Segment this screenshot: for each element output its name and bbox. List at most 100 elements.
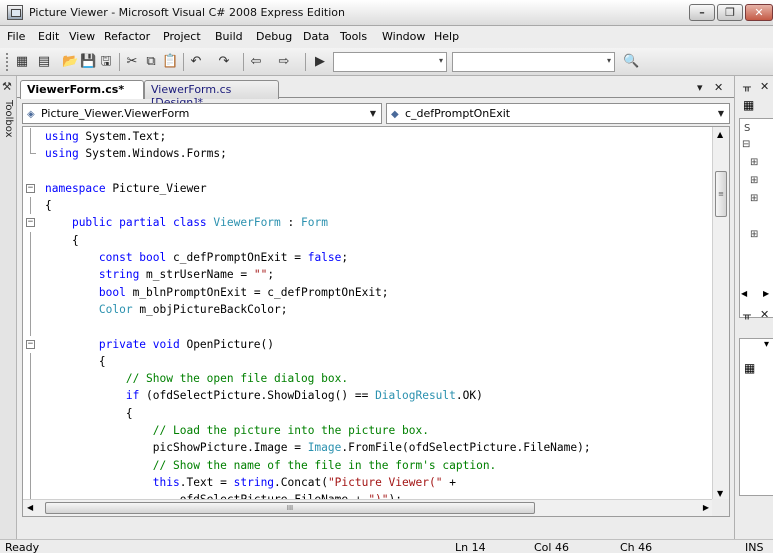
collapse-icon[interactable]: ⊟ xyxy=(742,139,750,150)
code-line[interactable]: if (ofdSelectPicture.ShowDialog() == Dia… xyxy=(23,387,713,405)
scroll-right-icon[interactable]: ▶ xyxy=(763,289,769,298)
find-combo[interactable]: ▾ xyxy=(452,52,615,72)
type-combo[interactable]: ◈ Picture_Viewer.ViewerForm ▼ xyxy=(22,103,382,124)
code-line[interactable]: picShowPicture.Image = Image.FromFile(of… xyxy=(23,439,713,457)
scroll-up-icon[interactable]: ▲ xyxy=(717,130,723,139)
tab-list-dropdown-icon[interactable]: ▾ xyxy=(697,81,703,94)
find-icon[interactable]: 🔍 xyxy=(623,54,639,70)
open-file-icon[interactable]: 📂 xyxy=(62,54,78,70)
code-line[interactable]: − public partial class ViewerForm : Form xyxy=(23,214,713,231)
menu-bar: File Edit View Refactor Project Build De… xyxy=(0,26,773,48)
code-line[interactable]: const bool c_defPromptOnExit = false; xyxy=(23,249,713,267)
collapse-icon[interactable]: − xyxy=(26,183,35,193)
scroll-down-icon[interactable]: ▼ xyxy=(717,489,723,498)
menu-debug[interactable]: Debug xyxy=(256,30,292,43)
toolbar-grip[interactable] xyxy=(6,53,9,71)
save-all-icon[interactable]: 🖫 xyxy=(98,54,114,70)
copy-icon[interactable]: ⧉ xyxy=(143,54,159,70)
scroll-left-icon[interactable]: ◀ xyxy=(741,289,747,298)
menu-help[interactable]: Help xyxy=(434,30,459,43)
status-char: Ch 46 xyxy=(620,541,653,553)
horizontal-scroll-thumb[interactable]: III xyxy=(45,502,535,514)
expand-icon[interactable]: ⊞ xyxy=(750,229,758,240)
scroll-left-icon[interactable]: ◀ xyxy=(27,503,33,512)
code-line[interactable]: { xyxy=(23,352,713,371)
member-combo[interactable]: ◆ c_defPromptOnExit ▼ xyxy=(386,103,730,124)
expand-icon[interactable]: ⊞ xyxy=(750,157,758,168)
categorized-icon[interactable]: ▦ xyxy=(744,361,755,375)
menu-tools[interactable]: Tools xyxy=(340,30,367,43)
close-document-icon[interactable]: ✕ xyxy=(714,81,723,94)
save-icon[interactable]: 💾 xyxy=(80,54,96,70)
class-icon: ◈ xyxy=(27,109,35,120)
code-line[interactable]: using System.Text; xyxy=(23,128,713,146)
menu-view[interactable]: View xyxy=(69,30,95,43)
code-line[interactable]: { xyxy=(23,231,713,250)
toolbox-label[interactable]: Toolbox xyxy=(3,100,14,138)
pin-icon[interactable]: ᚂ xyxy=(743,308,751,321)
properties-grid[interactable]: ▾ ▦ xyxy=(739,338,773,496)
scroll-right-icon[interactable]: ▶ xyxy=(703,503,709,512)
minimize-button[interactable]: – xyxy=(689,4,715,21)
add-item-icon[interactable]: ▤ xyxy=(36,54,52,70)
code-line[interactable]: − private void OpenPicture() xyxy=(23,336,713,353)
close-icon[interactable]: ✕ xyxy=(760,308,769,321)
collapse-icon[interactable]: − xyxy=(26,218,35,228)
new-project-icon[interactable]: ▦ xyxy=(14,54,30,70)
field-icon: ◆ xyxy=(391,109,399,120)
menu-file[interactable]: File xyxy=(7,30,25,43)
code-line[interactable]: − namespace Picture_Viewer xyxy=(23,180,713,197)
chevron-down-icon: ▼ xyxy=(717,109,724,118)
navigate-forward-icon[interactable]: ⇨ xyxy=(276,54,292,70)
code-line[interactable]: { xyxy=(23,404,713,423)
tree-root-icon[interactable]: S xyxy=(744,123,750,134)
redo-icon[interactable]: ↷ xyxy=(216,54,232,70)
code-line[interactable]: this.Text = string.Concat("Picture Viewe… xyxy=(23,473,713,492)
status-line: Ln 14 xyxy=(455,541,486,553)
pin-icon[interactable]: ᚂ xyxy=(743,80,751,93)
code-line[interactable]: using System.Windows.Forms; xyxy=(23,145,713,162)
toolbox-strip[interactable]: ⚒ Toolbox xyxy=(0,76,17,539)
code-line[interactable]: Color m_objPictureBackColor; xyxy=(23,300,713,319)
close-icon[interactable]: ✕ xyxy=(760,80,769,93)
chevron-down-icon[interactable]: ▾ xyxy=(764,339,769,350)
code-line[interactable]: // Load the picture into the picture box… xyxy=(23,422,713,440)
menu-build[interactable]: Build xyxy=(215,30,243,43)
expand-icon[interactable]: ⊞ xyxy=(750,193,758,204)
scrollbar-corner xyxy=(712,499,729,516)
code-line[interactable]: string m_strUserName = ""; xyxy=(23,266,713,284)
properties-icon[interactable]: ▦ xyxy=(743,98,754,112)
navigate-back-icon[interactable]: ⇦ xyxy=(248,54,264,70)
code-editor[interactable]: using System.Text; using System.Windows.… xyxy=(22,126,730,517)
horizontal-scrollbar[interactable]: ◀ III ▶ xyxy=(23,499,713,516)
menu-data[interactable]: Data xyxy=(303,30,329,43)
menu-window[interactable]: Window xyxy=(382,30,425,43)
menu-refactor[interactable]: Refactor xyxy=(104,30,150,43)
paste-icon[interactable]: 📋 xyxy=(162,54,178,70)
code-line[interactable] xyxy=(23,163,713,180)
collapse-icon[interactable]: − xyxy=(26,339,35,349)
close-button[interactable]: ✕ xyxy=(745,4,773,21)
title-bar: Picture Viewer - Microsoft Visual C# 200… xyxy=(0,0,773,26)
solution-tree[interactable]: S ⊟ ⊞ ⊞ ⊞ ⊞ xyxy=(739,118,773,318)
code-lines: using System.Text; using System.Windows.… xyxy=(23,128,713,516)
toolbox-icon[interactable]: ⚒ xyxy=(2,80,12,93)
code-line[interactable] xyxy=(23,318,713,336)
menu-edit[interactable]: Edit xyxy=(38,30,59,43)
solution-explorer-panel: ᚂ ✕ ▦ S ⊟ ⊞ ⊞ ⊞ ⊞ ◀ ▶ ᚂ ✕ ▾ ▦ xyxy=(734,76,773,539)
cut-icon[interactable]: ✂ xyxy=(124,54,140,70)
code-line[interactable]: bool m_blnPromptOnExit = c_defPromptOnEx… xyxy=(23,283,713,301)
code-line[interactable]: { xyxy=(23,197,713,215)
tab-viewerform-code[interactable]: ViewerForm.cs* xyxy=(20,80,144,99)
vertical-scrollbar[interactable]: ▲ ≡ ▼ xyxy=(712,127,729,501)
code-line[interactable]: // Show the name of the file in the form… xyxy=(23,456,713,474)
expand-icon[interactable]: ⊞ xyxy=(750,175,758,186)
maximize-button[interactable]: ❐ xyxy=(717,4,743,21)
solution-config-combo[interactable]: ▾ xyxy=(333,52,447,72)
start-debugging-icon[interactable]: ▶ xyxy=(312,54,328,70)
menu-project[interactable]: Project xyxy=(163,30,201,43)
vertical-scroll-thumb[interactable]: ≡ xyxy=(715,171,727,217)
undo-icon[interactable]: ↶ xyxy=(188,54,204,70)
code-line[interactable]: // Show the open file dialog box. xyxy=(23,370,713,388)
tab-viewerform-design[interactable]: ViewerForm.cs [Design]* xyxy=(144,80,279,109)
